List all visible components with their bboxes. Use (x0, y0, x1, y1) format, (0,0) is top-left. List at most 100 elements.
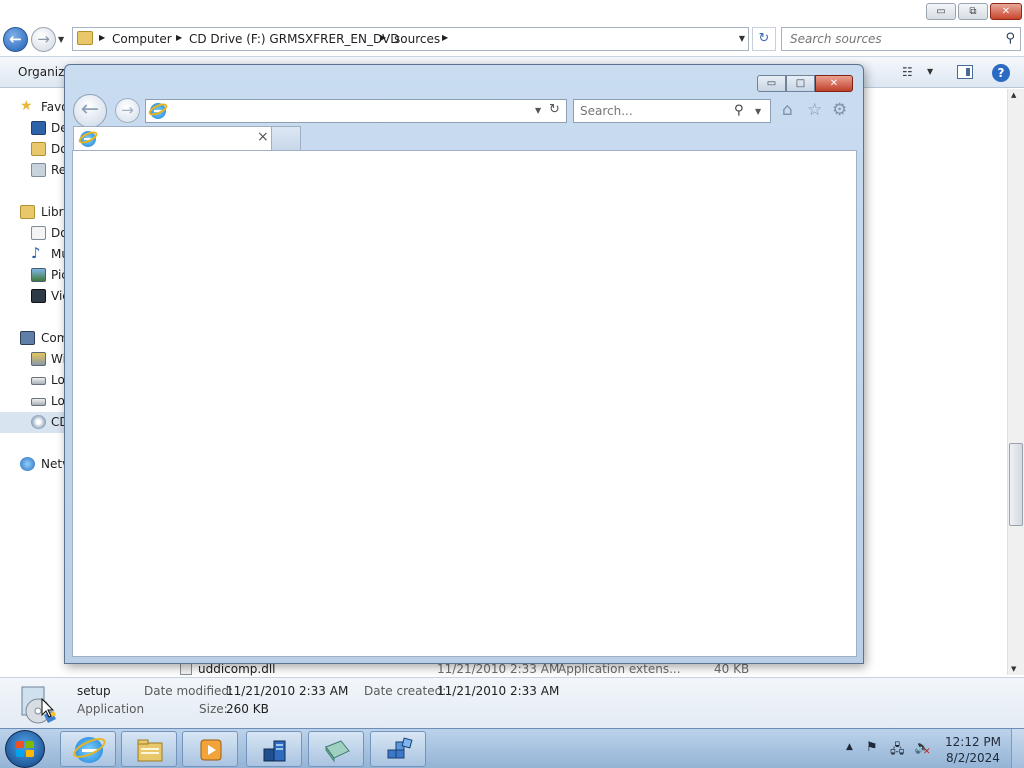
taskbar-internet-explorer[interactable] (60, 731, 116, 767)
nav-item-recent-places[interactable]: Re (0, 160, 70, 181)
nav-item-cd-drive[interactable]: CD (0, 412, 70, 433)
details-date-modified-label: Date modified: (144, 684, 234, 698)
windows-logo-icon (16, 741, 35, 758)
preview-pane-toggle-icon[interactable] (957, 65, 973, 79)
dll-file-icon (180, 663, 192, 675)
home-icon[interactable]: ⌂ (782, 100, 793, 120)
tab-close-icon[interactable]: × (257, 129, 269, 145)
explorer-back-button[interactable]: ← (3, 27, 28, 52)
details-file-name: setup (77, 684, 111, 698)
help-button[interactable]: ? (992, 64, 1010, 82)
breadcrumb-separator-icon[interactable]: ▶ (442, 33, 448, 42)
registry-cubes-icon (387, 737, 413, 759)
nav-item-windows-drive[interactable]: Wi (0, 349, 70, 370)
internet-explorer-window: ▭ □ ✕ ← → ▼ ↻ ⚲ ▼ ⌂ ☆ ⚙ × (64, 64, 864, 664)
details-date-created-value: 11/21/2010 2:33 AM (437, 684, 560, 698)
media-player-icon (200, 739, 222, 761)
explorer-refresh-button[interactable]: ↻ (752, 27, 776, 51)
downloads-icon (31, 142, 46, 156)
internet-explorer-icon (70, 734, 108, 763)
breadcrumb-sources[interactable]: sources (394, 32, 440, 46)
explorer-search-box[interactable]: ⚲ (781, 27, 1021, 51)
action-center-flag-icon[interactable]: ⚑ (866, 740, 878, 755)
ie-minimize-button[interactable]: ▭ (757, 75, 786, 92)
nav-item-music[interactable]: ♪ Mu (0, 244, 70, 265)
breadcrumb-computer[interactable]: Computer (112, 32, 172, 46)
address-history-dropdown-icon[interactable]: ▼ (739, 34, 745, 43)
pictures-icon (31, 268, 46, 282)
muted-x-icon: ✕ (923, 747, 931, 757)
file-name: uddicomp.dll (198, 662, 276, 676)
search-provider-dropdown-icon[interactable]: ▼ (755, 107, 761, 116)
ie-back-button[interactable]: ← (73, 94, 107, 128)
nav-item-pictures[interactable]: Pic (0, 265, 70, 286)
scroll-up-arrow-icon[interactable]: ▲ (1011, 91, 1016, 99)
refresh-icon[interactable]: ↻ (549, 102, 560, 117)
explorer-forward-button[interactable]: → (31, 27, 56, 52)
explorer-navbar: ← → ▼ ▶ Computer ▶ CD Drive (F:) GRMSXFR… (0, 24, 1024, 54)
clock-time[interactable]: 12:12 PM (944, 735, 1002, 749)
nav-item-downloads[interactable]: Do (0, 139, 70, 160)
search-icon[interactable]: ⚲ (1005, 31, 1015, 46)
explorer-minimize-button[interactable]: ▭ (926, 3, 956, 20)
show-desktop-button[interactable] (1011, 729, 1024, 768)
address-dropdown-icon[interactable]: ▼ (535, 106, 541, 115)
recent-places-icon (31, 163, 46, 177)
scroll-down-arrow-icon[interactable]: ▼ (1011, 665, 1016, 673)
taskbar-media-player[interactable] (182, 731, 238, 767)
nav-item-videos[interactable]: Vic (0, 286, 70, 307)
nav-item-computer[interactable]: Com (0, 328, 70, 349)
view-options-dropdown-icon[interactable]: ▼ (927, 67, 933, 76)
nav-item-label: Lo (51, 373, 65, 387)
breadcrumb-separator-icon[interactable]: ▶ (176, 33, 182, 42)
nav-item-documents[interactable]: Do (0, 223, 70, 244)
taskbar-server-manager[interactable] (246, 731, 302, 767)
star-icon: ★ (20, 98, 33, 114)
taskbar-registry-editor[interactable] (370, 731, 426, 767)
ie-close-button[interactable]: ✕ (815, 75, 853, 92)
scrollbar-thumb[interactable] (1009, 443, 1023, 526)
explorer-vertical-scrollbar[interactable]: ▲ ▼ (1007, 89, 1024, 675)
tools-gear-icon[interactable]: ⚙ (832, 100, 847, 120)
explorer-close-button[interactable]: ✕ (990, 3, 1022, 20)
nav-item-libraries[interactable]: Libra (0, 202, 71, 223)
explorer-address-bar[interactable]: ▶ Computer ▶ CD Drive (F:) GRMSXFRER_EN_… (72, 27, 749, 51)
explorer-search-input[interactable] (790, 32, 990, 46)
local-disk-icon (31, 398, 46, 406)
breadcrumb-cd-drive[interactable]: CD Drive (F:) GRMSXFRER_EN_DVD (189, 32, 399, 46)
nav-item-favorites[interactable]: ★ Favo (0, 97, 70, 118)
ie-page-content[interactable] (72, 150, 857, 657)
documents-icon (31, 226, 46, 240)
clock-date[interactable]: 8/2/2024 (944, 751, 1002, 765)
nav-item-network[interactable]: Netv (0, 454, 70, 475)
recent-pages-dropdown-icon[interactable]: ▼ (58, 35, 64, 44)
ie-search-box[interactable]: ⚲ ▼ (573, 99, 771, 123)
nav-item-desktop[interactable]: De (0, 118, 70, 139)
explorer-maximize-button[interactable]: ⧉ (958, 3, 988, 20)
favorites-star-icon[interactable]: ☆ (807, 100, 822, 120)
nav-item-local-disk-2[interactable]: Lo (0, 391, 70, 412)
ie-address-bar[interactable]: ▼ ↻ (145, 99, 567, 123)
ie-maximize-button[interactable]: □ (786, 75, 815, 92)
details-size-label: Size: (199, 702, 228, 716)
search-icon[interactable]: ⚲ (734, 103, 744, 118)
details-file-type: Application (77, 702, 145, 716)
library-icon (20, 205, 35, 219)
breadcrumb-separator-icon[interactable]: ▶ (380, 33, 386, 42)
start-button[interactable] (5, 730, 45, 768)
breadcrumb-separator-icon[interactable]: ▶ (99, 33, 105, 42)
taskbar-setup-disc[interactable] (308, 731, 364, 767)
network-status-icon[interactable]: 🖧 (890, 740, 905, 762)
change-view-icon[interactable]: ☷ (902, 65, 913, 79)
nav-item-local-disk[interactable]: Lo (0, 370, 70, 391)
details-pane: setup Application Date modified: 11/21/2… (0, 677, 1024, 728)
ie-search-input[interactable] (580, 104, 720, 118)
details-date-modified-value: 11/21/2010 2:33 AM (226, 684, 349, 698)
show-hidden-icons-button[interactable]: ▲ (846, 742, 853, 752)
ie-forward-button[interactable]: → (115, 98, 140, 123)
new-tab-button[interactable] (272, 126, 301, 150)
file-type: Application extens... (558, 662, 681, 676)
cd-drive-icon (31, 415, 46, 429)
ie-tab[interactable]: × (73, 126, 272, 150)
taskbar-windows-explorer[interactable] (121, 731, 177, 767)
